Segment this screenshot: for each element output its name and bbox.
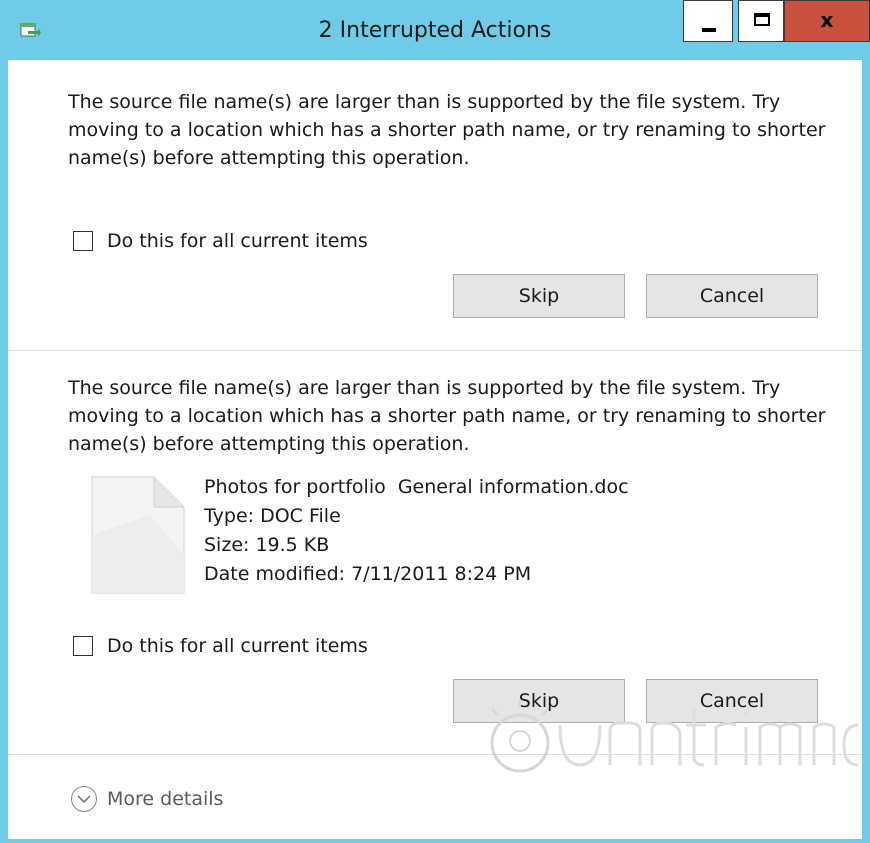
- minimize-button[interactable]: [683, 0, 733, 42]
- minimize-icon: [702, 28, 716, 32]
- error-message: The source file name(s) are larger than …: [68, 377, 826, 455]
- apply-all-label: Do this for all current items: [107, 635, 368, 657]
- section-divider: [8, 350, 862, 351]
- file-date-modified: Date modified: 7/11/2011 8:24 PM: [204, 563, 532, 585]
- apply-all-option[interactable]: Do this for all current items: [73, 228, 368, 254]
- chevron-down-icon: [71, 786, 97, 812]
- apply-all-checkbox[interactable]: [73, 231, 93, 251]
- skip-button[interactable]: Skip: [453, 274, 625, 318]
- apply-all-label: Do this for all current items: [107, 230, 368, 252]
- more-details-label: More details: [107, 788, 224, 810]
- maximize-button[interactable]: [738, 0, 784, 42]
- close-button[interactable]: x: [784, 0, 870, 42]
- apply-all-option[interactable]: Do this for all current items: [73, 633, 368, 659]
- maximize-icon: [754, 13, 770, 26]
- interrupted-actions-dialog: 2 Interrupted Actions x The source file …: [0, 0, 870, 843]
- document-icon: [90, 475, 186, 595]
- watermark-logo: [490, 699, 859, 773]
- more-details-toggle[interactable]: More details: [71, 786, 223, 812]
- file-type: Type: DOC File: [204, 505, 341, 527]
- file-size: Size: 19.5 KB: [204, 534, 330, 556]
- apply-all-checkbox[interactable]: [73, 636, 93, 656]
- error-message: The source file name(s) are larger than …: [68, 91, 826, 169]
- title-bar[interactable]: 2 Interrupted Actions x: [0, 0, 870, 60]
- file-name: Photos for portfolio General information…: [204, 476, 629, 498]
- file-details: Photos for portfolio General information…: [204, 473, 629, 589]
- cancel-button[interactable]: Cancel: [646, 274, 818, 318]
- close-icon: x: [820, 8, 834, 32]
